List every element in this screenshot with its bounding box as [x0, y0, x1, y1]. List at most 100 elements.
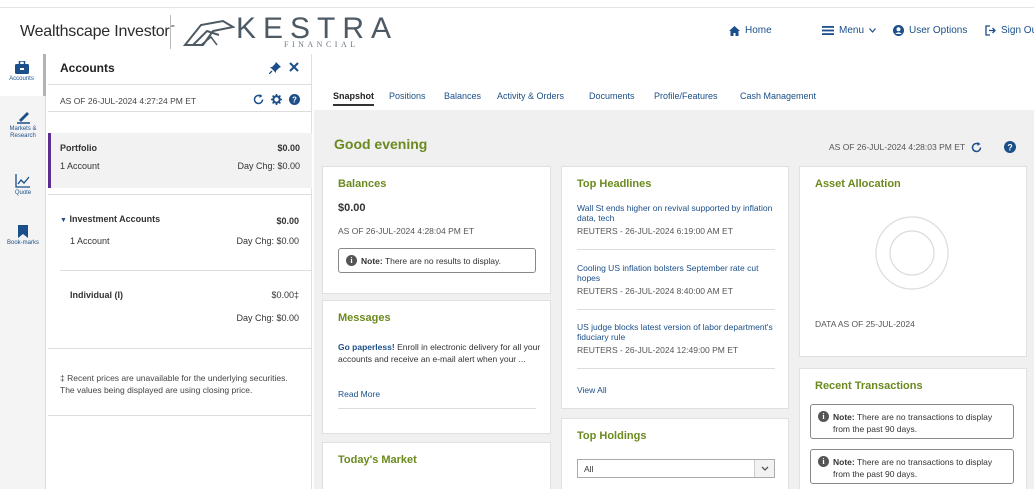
menu-dropdown[interactable]: Menu: [822, 25, 876, 36]
help-icon[interactable]: ?: [289, 94, 300, 105]
brand-name: Wealthscape Investor℠: [20, 23, 176, 40]
messages-title: Messages: [338, 312, 391, 324]
investment-accounts-label: Investment Accounts: [69, 214, 161, 224]
portfolio-row[interactable]: Portfolio $0.00 1 Account Day Chg: $0.00: [48, 133, 312, 188]
portfolio-day-change: Day Chg: $0.00: [237, 161, 300, 171]
user-options-label: User Options: [909, 25, 968, 36]
snapshot-canvas: Good evening AS OF 26-JUL-2024 4:28:03 P…: [314, 110, 1034, 489]
investment-accounts-toggle[interactable]: ▼ Investment Accounts: [60, 214, 160, 224]
refresh-icon[interactable]: [253, 94, 264, 105]
greeting: Good evening: [334, 136, 428, 152]
messages-body: Go paperless! Enroll in electronic deliv…: [338, 342, 541, 364]
tab-positions[interactable]: Positions: [389, 91, 426, 101]
brand-divider: [170, 15, 171, 49]
allocation-donut: [875, 216, 949, 290]
transactions-note: i Note: There are no transactions to dis…: [810, 449, 1014, 484]
app-header: Wealthscape Investor℠ KESTRA FINANCIAL H…: [0, 9, 1034, 54]
tab-documents[interactable]: Documents: [589, 91, 635, 101]
individual-day-change: Day Chg: $0.00: [236, 313, 299, 323]
tab-balances[interactable]: Balances: [444, 91, 481, 101]
read-more-link[interactable]: Read More: [338, 389, 380, 399]
view-all-link[interactable]: View All: [577, 385, 607, 395]
messages-card: Messages Go paperless! Enroll in electro…: [322, 300, 551, 434]
chart-pen-icon: [16, 112, 30, 124]
divider: [577, 249, 775, 250]
divider: [577, 309, 775, 310]
main-content: Snapshot Positions Balances Activity & O…: [314, 54, 1034, 489]
top-holdings-card: Top Holdings All: [561, 418, 789, 489]
investment-value: $0.00: [276, 216, 299, 226]
individual-value: $0.00‡: [271, 290, 299, 300]
left-rail: Accounts Markets & Research Quote Book-m…: [0, 54, 46, 489]
divider: [48, 348, 312, 349]
top-holdings-title: Top Holdings: [577, 430, 647, 442]
user-options-link[interactable]: User Options: [893, 25, 967, 36]
refresh-icon[interactable]: [971, 141, 982, 153]
headline-item[interactable]: US judge blocks latest version of labor …: [577, 322, 777, 355]
headline-item[interactable]: Wall St ends higher on revival supported…: [577, 203, 777, 236]
home-link[interactable]: Home: [729, 25, 772, 36]
rail-markets-label: Markets & Research: [9, 126, 37, 139]
todays-market-card: Today's Market: [322, 442, 551, 489]
tab-profile-features[interactable]: Profile/Features: [654, 91, 718, 101]
asset-allocation-title: Asset Allocation: [815, 178, 901, 190]
tab-snapshot[interactable]: Snapshot: [333, 91, 375, 106]
go-paperless-link[interactable]: Go paperless!: [338, 342, 395, 352]
portfolio-label: Portfolio: [60, 143, 97, 153]
close-icon[interactable]: [289, 62, 299, 72]
balances-title: Balances: [338, 178, 387, 190]
accounts-asof-row: AS OF 26-JUL-2024 4:27:24 PM ET ?: [48, 84, 312, 112]
line-chart-icon: [15, 174, 30, 188]
sign-out-link[interactable]: Sign Ou: [985, 25, 1034, 36]
portfolio-value: $0.00: [277, 143, 300, 153]
tab-bar: Snapshot Positions Balances Activity & O…: [314, 54, 1034, 110]
divider: [60, 270, 312, 271]
investment-day-change: Day Chg: $0.00: [236, 236, 299, 246]
hamburger-icon: [822, 26, 834, 35]
rail-quote-label: Quote: [14, 190, 32, 196]
tab-cash-management[interactable]: Cash Management: [740, 91, 816, 101]
menu-label: Menu: [839, 25, 865, 36]
rail-markets-research[interactable]: Markets & Research: [0, 110, 46, 139]
home-label: Home: [745, 25, 772, 36]
tab-activity-orders[interactable]: Activity & Orders: [497, 91, 564, 101]
info-icon: i: [818, 411, 829, 422]
rail-bookmarks[interactable]: Book-marks: [0, 225, 46, 247]
individual-account-link[interactable]: Individual (I): [70, 290, 123, 300]
divider: [48, 415, 312, 416]
headline-item[interactable]: Cooling US inflation bolsters September …: [577, 263, 777, 296]
user-icon: [893, 25, 904, 36]
top-strip: [0, 0, 1034, 8]
home-icon: [729, 25, 740, 36]
rail-accounts-label: Accounts: [9, 76, 34, 82]
asset-allocation-card: Asset Allocation DATA AS OF 25-JUL-2024: [799, 166, 1027, 357]
top-headlines-title: Top Headlines: [577, 178, 652, 190]
briefcase-icon: [14, 61, 29, 74]
divider: [577, 368, 775, 369]
divider: [48, 194, 312, 195]
svg-text:?: ?: [292, 96, 297, 105]
bookmark-icon: [18, 225, 28, 238]
caret-down-icon: ▼: [60, 217, 67, 224]
accounts-asof: AS OF 26-JUL-2024 4:27:24 PM ET: [60, 96, 197, 106]
chevron-down-icon: [869, 28, 876, 33]
help-icon[interactable]: ?: [1004, 141, 1017, 153]
svg-text:?: ?: [1007, 142, 1012, 152]
balances-amount: $0.00: [338, 202, 366, 214]
gear-icon[interactable]: [271, 94, 282, 105]
rail-quote[interactable]: Quote: [0, 174, 46, 197]
portfolio-count: 1 Account: [60, 161, 100, 171]
balances-note: i Note: There are no results to display.: [338, 248, 536, 273]
pin-icon[interactable]: [269, 62, 281, 74]
sign-out-label: Sign Ou: [1001, 25, 1034, 36]
todays-market-title: Today's Market: [338, 454, 417, 466]
chevron-down-icon: [754, 460, 774, 477]
logo-subtitle: FINANCIAL: [284, 40, 359, 49]
sign-out-icon: [985, 25, 996, 36]
holdings-filter-select[interactable]: All: [577, 459, 775, 478]
rail-accounts[interactable]: Accounts: [0, 54, 46, 96]
accounts-title: Accounts: [60, 61, 115, 75]
balances-asof: AS OF 26-JUL-2024 4:28:04 PM ET: [338, 226, 475, 236]
rail-bookmarks-label: Book-marks: [6, 240, 39, 246]
snapshot-asof: AS OF 26-JUL-2024 4:28:03 PM ET ?: [829, 141, 1017, 153]
